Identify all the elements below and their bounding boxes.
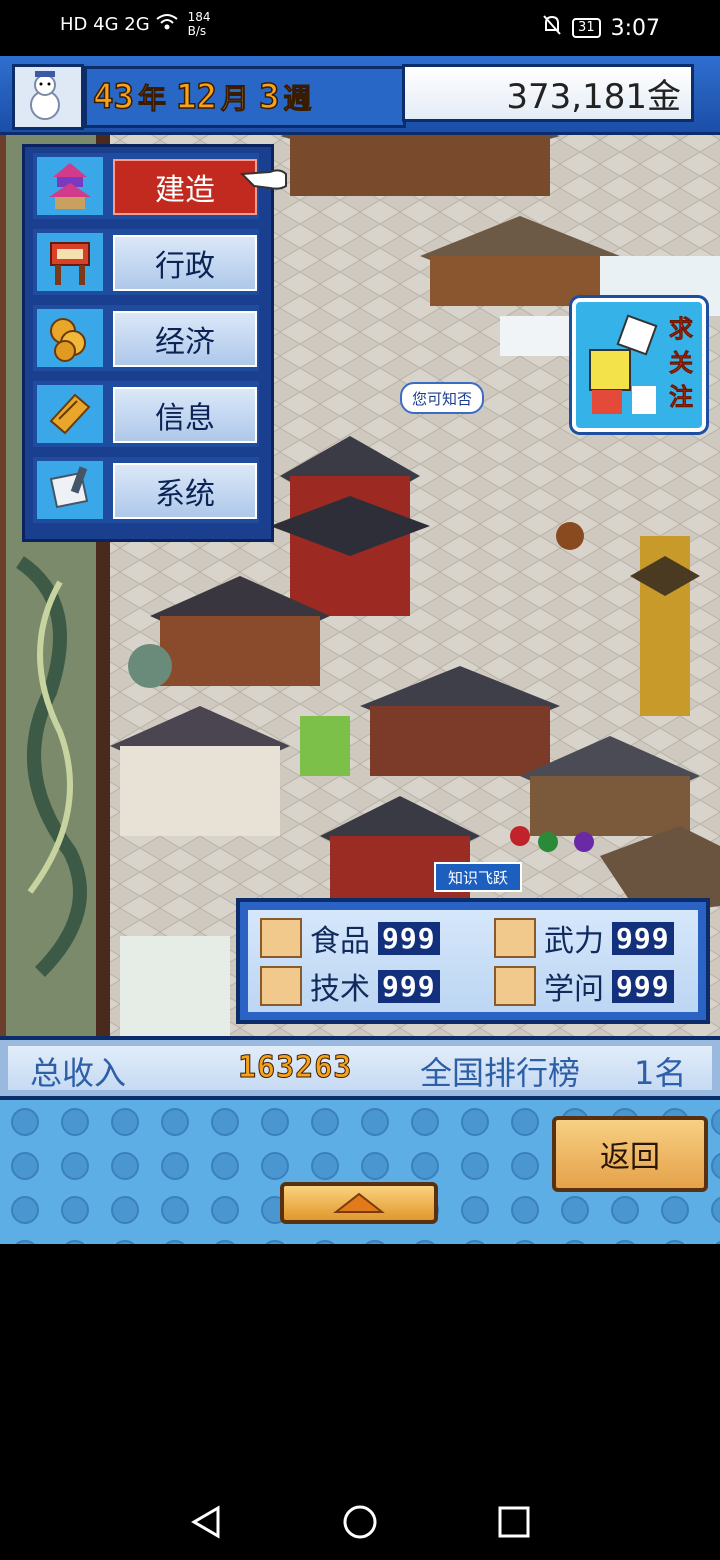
system-nav-bar xyxy=(0,1480,720,1560)
month-unit: 月 xyxy=(220,82,249,116)
stat-learning-label: 学问 xyxy=(544,972,604,1007)
request-attention-text: 求关注 xyxy=(669,315,694,412)
menu-label-build: 建造 xyxy=(113,159,257,215)
stat-food: 食品 999 xyxy=(260,916,440,960)
menu-label-administration: 行政 xyxy=(113,235,257,291)
status-bar: HD 4G 2G 184 B/s 31 3:07 xyxy=(0,0,720,56)
snowman-avatar-icon[interactable] xyxy=(12,64,84,130)
home-nav-icon[interactable] xyxy=(340,1502,380,1546)
battery-indicator: 31 xyxy=(572,18,601,38)
stats-inner: 食品 999 武力 999 技术 999 学问 999 xyxy=(248,910,698,1012)
clock: 3:07 xyxy=(610,15,660,41)
date-display: 43 年 12 月 3 週 xyxy=(84,66,406,128)
menu-item-info[interactable]: 信息 xyxy=(33,381,259,447)
menu-item-build[interactable]: 建造 xyxy=(33,153,259,219)
gold-amount: 373,181金 xyxy=(506,76,681,117)
week-number: 3 xyxy=(258,76,280,118)
main-menu: 建造 行政 经济 信息 系统 xyxy=(22,144,274,542)
status-right: 31 3:07 xyxy=(542,14,660,42)
back-nav-icon[interactable] xyxy=(186,1502,226,1546)
signboard-icon xyxy=(37,233,103,291)
total-income-label: 总收入 xyxy=(30,1054,127,1092)
stats-panel: 食品 999 武力 999 技术 999 学问 999 xyxy=(236,898,710,1024)
stat-food-value: 999 xyxy=(378,921,440,955)
expand-up-button[interactable] xyxy=(280,1182,438,1224)
network-speed: 184 B/s xyxy=(188,10,211,38)
pagoda-icon xyxy=(37,157,103,215)
stat-tech-label: 技术 xyxy=(310,972,370,1007)
network-indicator: HD 4G 2G xyxy=(60,13,150,35)
menu-item-system[interactable]: 系统 xyxy=(33,457,259,523)
menu-item-administration[interactable]: 行政 xyxy=(33,229,259,295)
speed-value: 184 xyxy=(187,10,211,24)
gold-display: 373,181金 xyxy=(402,64,694,122)
national-ranking-label: 全国排行榜 xyxy=(420,1054,581,1092)
mute-icon xyxy=(542,14,562,42)
speed-unit: B/s xyxy=(187,24,207,38)
stat-learning-value: 999 xyxy=(612,969,674,1003)
sword-icon xyxy=(494,918,536,958)
wifi-icon xyxy=(156,13,178,36)
stat-tech: 技术 999 xyxy=(260,964,440,1008)
menu-item-economy[interactable]: 经济 xyxy=(33,305,259,371)
book-icon xyxy=(494,966,536,1006)
stat-tech-value: 999 xyxy=(378,969,440,1003)
menu-label-info: 信息 xyxy=(113,387,257,443)
stat-force-value: 999 xyxy=(612,921,674,955)
month-number: 12 xyxy=(175,76,217,118)
did-you-know-bubble[interactable]: 您可知否 xyxy=(400,382,484,414)
pointer-hand-icon xyxy=(239,162,290,196)
stat-food-label: 食品 xyxy=(310,924,370,959)
week-unit: 週 xyxy=(283,82,312,116)
meat-icon xyxy=(260,918,302,958)
coins-icon xyxy=(37,309,103,367)
top-bar: 43 年 12 月 3 週 373,181金 xyxy=(0,56,720,135)
stat-force-label: 武力 xyxy=(544,924,604,959)
menu-label-economy: 经济 xyxy=(113,311,257,367)
recents-nav-icon[interactable] xyxy=(494,1502,534,1546)
up-arrow-icon xyxy=(333,1192,385,1213)
menu-label-system: 系统 xyxy=(113,463,257,519)
total-income-value: 163263 xyxy=(237,1050,353,1086)
request-attention-badge[interactable]: 求关注 xyxy=(572,298,706,432)
status-left: HD 4G 2G 184 B/s xyxy=(60,10,211,38)
scroll-icon xyxy=(37,385,103,443)
year-unit: 年 xyxy=(137,82,166,116)
return-button[interactable]: 返回 xyxy=(552,1116,708,1192)
knowledge-button[interactable]: 知识飞跃 xyxy=(434,862,522,892)
stat-force: 武力 999 xyxy=(494,916,674,960)
gear-icon xyxy=(260,966,302,1006)
paper-icon xyxy=(37,461,103,519)
stat-learning: 学问 999 xyxy=(494,964,674,1008)
national-ranking-value: 1名 xyxy=(634,1054,687,1092)
year-number: 43 xyxy=(92,76,134,118)
